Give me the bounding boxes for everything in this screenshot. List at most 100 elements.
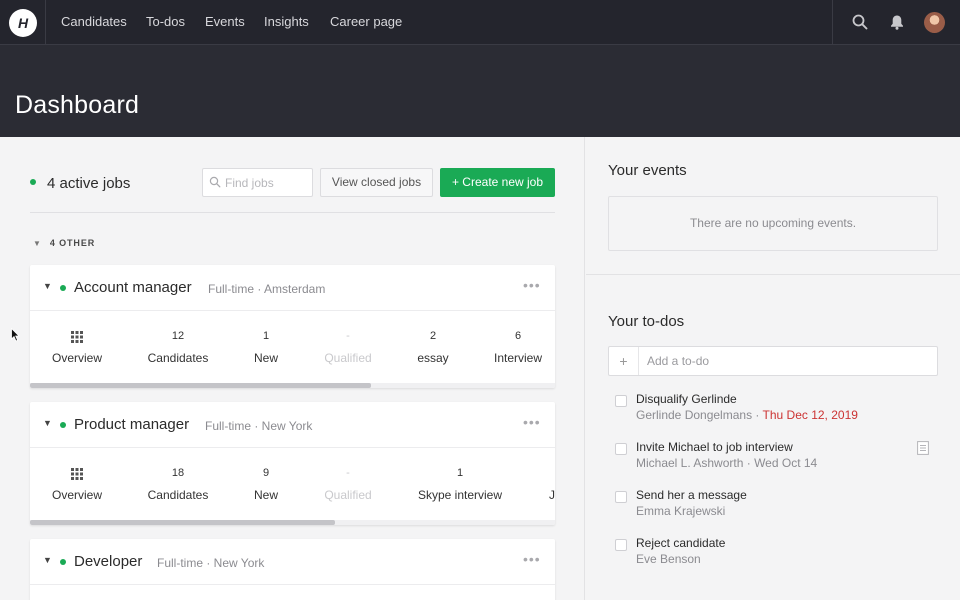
find-jobs-input[interactable] <box>202 168 313 197</box>
stage-label: Candidates <box>147 488 209 502</box>
group-label: 4 OTHER <box>49 238 96 248</box>
job-card-header: ▼ Developer Full-time · New York ••• <box>30 539 555 585</box>
nav-right <box>832 0 960 45</box>
stage-overview[interactable]: Overview <box>38 311 116 385</box>
stage-label: New <box>253 488 278 502</box>
stage-label: essay <box>417 351 449 365</box>
todo-checkbox[interactable] <box>615 395 627 407</box>
job-meta: Full-time · New York <box>205 419 313 433</box>
status-dot <box>60 559 66 565</box>
add-todo-input[interactable] <box>647 352 927 370</box>
job-card-developer: ▼ Developer Full-time · New York ••• <box>30 539 555 600</box>
stage-label: Interview <box>493 351 543 365</box>
stage-count: 12 <box>171 330 185 342</box>
todo-title[interactable]: Disqualify Gerlinde <box>636 392 737 406</box>
stage-label: Jo <box>549 488 555 502</box>
logo-cell: H <box>0 0 46 45</box>
stage-label: Candidates <box>147 351 209 365</box>
nav-item-insights[interactable]: Insights <box>264 0 309 45</box>
nav-item-events[interactable]: Events <box>205 0 245 45</box>
job-card-account-manager: ▼ Account manager Full-time · Amsterdam … <box>30 265 555 388</box>
stage-candidates[interactable]: 12 Candidates <box>136 311 220 385</box>
stage-new[interactable]: 9 New <box>236 448 296 522</box>
active-jobs-heading: 4 active jobs <box>30 175 130 192</box>
events-title: Your events <box>608 162 687 179</box>
stage-label: New <box>253 351 278 365</box>
grid-icon <box>71 331 83 343</box>
chevron-down-icon[interactable]: ▼ <box>43 281 52 291</box>
job-card-header: ▼ Account manager Full-time · Amsterdam … <box>30 265 555 311</box>
todo-separator: · <box>752 408 763 422</box>
job-meta: Full-time · New York <box>157 556 265 570</box>
jobs-panel: 4 active jobs View closed jobs + Create … <box>0 137 585 600</box>
todo-person: Emma Krajewski <box>636 504 726 518</box>
stage-qualified[interactable]: - Qualified <box>312 448 384 522</box>
stage-new[interactable]: 1 New <box>236 311 296 385</box>
todo-due-date: Wed Oct 14 <box>754 456 818 470</box>
stage-next-partial[interactable]: Jo <box>542 448 555 522</box>
stage-candidates[interactable]: 18 Candidates <box>136 448 220 522</box>
status-dot <box>60 285 66 291</box>
job-card-header: ▼ Product manager Full-time · New York •… <box>30 402 555 448</box>
scrollbar-thumb[interactable] <box>30 520 335 525</box>
logo[interactable]: H <box>9 9 37 37</box>
more-icon[interactable]: ••• <box>523 277 541 293</box>
stage-essay[interactable]: 2 essay <box>400 311 466 385</box>
page-header: Dashboard <box>0 45 960 137</box>
grid-icon <box>71 468 83 480</box>
search-icon[interactable] <box>851 13 869 31</box>
job-title[interactable]: Account manager <box>74 279 192 296</box>
horizontal-scrollbar[interactable] <box>30 383 555 388</box>
job-title[interactable]: Product manager <box>74 416 189 433</box>
create-new-job-button[interactable]: + Create new job <box>440 168 555 197</box>
view-closed-jobs-button[interactable]: View closed jobs <box>320 168 433 197</box>
note-icon[interactable] <box>917 441 929 455</box>
stage-label: Overview <box>51 351 102 365</box>
pipeline-stages: Overview 12 Candidates 1 New - Qualified… <box>30 311 555 385</box>
stage-count: 6 <box>514 330 522 342</box>
stage-label: Qualified <box>324 488 372 502</box>
job-title[interactable]: Developer <box>74 553 142 570</box>
todo-checkbox[interactable] <box>615 443 627 455</box>
stage-count: 1 <box>456 467 464 479</box>
nav-item-todos[interactable]: To-dos <box>146 0 185 45</box>
nav-item-candidates[interactable]: Candidates <box>61 0 127 45</box>
chevron-down-icon[interactable]: ▼ <box>43 418 52 428</box>
group-toggle-other[interactable]: ▼ 4 OTHER <box>33 238 95 248</box>
stage-count: - <box>346 330 350 342</box>
side-panel: Your events There are no upcoming events… <box>586 137 960 600</box>
todo-title[interactable]: Send her a message <box>636 488 747 502</box>
more-icon[interactable]: ••• <box>523 414 541 430</box>
plus-icon[interactable]: + <box>609 347 639 375</box>
stage-count: 9 <box>262 467 270 479</box>
horizontal-scrollbar[interactable] <box>30 520 555 525</box>
stage-interview[interactable]: 6 Interview <box>482 311 554 385</box>
todo-checkbox[interactable] <box>615 491 627 503</box>
stage-qualified[interactable]: - Qualified <box>312 311 384 385</box>
todo-item: Reject candidate Eve Benson <box>615 536 940 576</box>
stage-skype-interview[interactable]: 1 Skype interview <box>410 448 510 522</box>
more-icon[interactable]: ••• <box>523 551 541 567</box>
pipeline-stages: Overview 18 Candidates 9 New - Qualified… <box>30 448 555 522</box>
todo-item: Disqualify Gerlinde Gerlinde Dongelmans … <box>615 392 940 432</box>
status-dot <box>30 179 36 186</box>
todo-title[interactable]: Invite Michael to job interview <box>636 440 793 454</box>
todo-title[interactable]: Reject candidate <box>636 536 725 550</box>
status-dot <box>60 422 66 428</box>
todo-separator: · <box>743 456 755 470</box>
job-card-product-manager: ▼ Product manager Full-time · New York •… <box>30 402 555 525</box>
bell-icon[interactable] <box>888 13 906 31</box>
avatar[interactable] <box>924 12 945 33</box>
nav-item-career-page[interactable]: Career page <box>330 0 402 45</box>
top-nav: H Candidates To-dos Events Insights Care… <box>0 0 960 45</box>
todo-checkbox[interactable] <box>615 539 627 551</box>
stage-label: Skype interview <box>417 488 503 502</box>
scrollbar-thumb[interactable] <box>30 383 372 388</box>
events-empty-state: There are no upcoming events. <box>608 196 938 251</box>
todo-subtitle: Gerlinde Dongelmans · Thu Dec 12, 2019 <box>636 408 858 422</box>
mouse-cursor-icon <box>11 328 20 342</box>
stage-overview[interactable]: Overview <box>38 448 116 522</box>
todos-title: Your to-dos <box>608 313 685 330</box>
active-jobs-label: 4 active jobs <box>47 175 131 192</box>
chevron-down-icon[interactable]: ▼ <box>43 555 52 565</box>
